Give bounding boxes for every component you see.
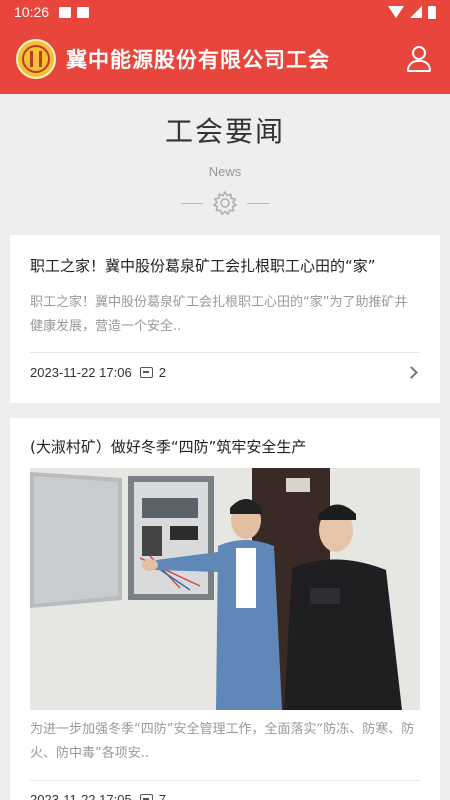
section-header: 工会要闻 News [0, 94, 450, 234]
user-icon[interactable] [404, 44, 434, 74]
card-divider [30, 780, 420, 781]
app-bar: 冀中能源股份有限公司工会 [0, 24, 450, 94]
article-title[interactable]: (大淑村矿）做好冬季“四防”筑牢安全生产 [30, 436, 420, 457]
signal-icon [410, 6, 422, 18]
section-divider [0, 189, 450, 217]
article-summary: 为进一步加强冬季“四防”安全管理工作，全面落实“防冻、防寒、防火、防中毒”各项安… [30, 722, 415, 761]
article-title[interactable]: 职工之家！冀中股份葛泉矿工会扎根职工心田的“家” [30, 255, 420, 276]
status-time: 10:26 [14, 4, 50, 20]
comment-count: 2 [158, 365, 166, 380]
article-meta: 2023-11-22 17:06 2 [30, 365, 420, 380]
gear-icon [212, 190, 238, 216]
article-date: 2023-11-22 17:05 [30, 792, 132, 800]
article-meta: 2023-11-22 17:05 7 [30, 792, 420, 800]
section-subtitle: News [208, 164, 242, 179]
card-divider [30, 352, 420, 353]
app-title: 冀中能源股份有限公司工会 [66, 47, 330, 72]
article-summary: 职工之家！冀中股份葛泉矿工会扎根职工心田的“家”为了助推矿井健康发展，营造一个安… [30, 295, 408, 334]
comment-icon [139, 794, 153, 800]
comment-count: 7 [158, 792, 166, 800]
chevron-right-icon[interactable] [405, 366, 418, 379]
article-card[interactable]: 职工之家！冀中股份葛泉矿工会扎根职工心田的“家” 职工之家！冀中股份葛泉矿工会扎… [10, 235, 440, 403]
status-bar: 10:26 [0, 0, 450, 24]
article-date: 2023-11-22 17:06 [30, 365, 132, 380]
a-box-icon [77, 6, 90, 18]
section-title: 工会要闻 [164, 115, 285, 148]
wifi-icon [388, 6, 404, 18]
comment-icon [139, 367, 153, 378]
article-image[interactable] [30, 468, 420, 710]
image-icon [59, 6, 72, 18]
article-card[interactable]: (大淑村矿）做好冬季“四防”筑牢安全生产 为进一步加强冬季“四防”安全管理工作，… [10, 418, 440, 800]
trade-union-logo-icon [16, 39, 56, 79]
battery-icon [428, 5, 436, 19]
